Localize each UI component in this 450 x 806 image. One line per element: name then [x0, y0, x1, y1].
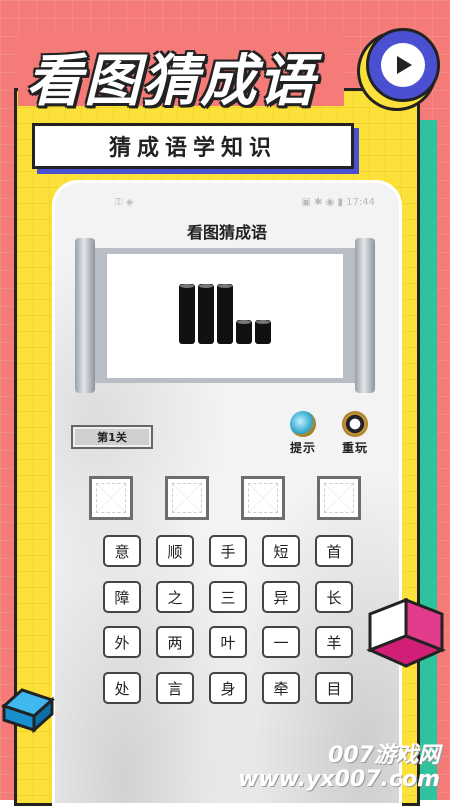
char-key[interactable]: 一 [262, 626, 300, 658]
watermark: 007游戏网 www.yx007.com [238, 742, 440, 792]
hint-button[interactable]: 提示 [283, 411, 323, 456]
char-key[interactable]: 目 [315, 672, 353, 704]
picture-scroll [75, 238, 375, 393]
char-key[interactable]: 牵 [262, 672, 300, 704]
char-key[interactable]: 短 [262, 535, 300, 567]
char-key[interactable]: 首 [315, 535, 353, 567]
puzzle-bar [179, 284, 195, 344]
answer-slot[interactable] [165, 476, 209, 520]
puzzle-bar [217, 284, 233, 344]
char-key[interactable]: 两 [156, 626, 194, 658]
play-button[interactable] [366, 28, 440, 102]
answer-slot[interactable] [89, 476, 133, 520]
promo-title: 看图猜成语 [26, 49, 316, 114]
scroll-roller-right [355, 238, 375, 393]
char-key[interactable]: 手 [209, 535, 247, 567]
char-key[interactable]: 长 [315, 581, 353, 613]
replay-icon [342, 411, 368, 437]
bars-image-icon [179, 284, 271, 344]
char-key[interactable]: 羊 [315, 626, 353, 658]
replay-label: 重玩 [341, 441, 368, 455]
play-icon [397, 56, 412, 74]
puzzle-bar [198, 284, 214, 344]
char-key[interactable]: 外 [103, 626, 141, 658]
cube-decoration-left [0, 686, 56, 738]
char-key[interactable]: 身 [209, 672, 247, 704]
level-label: 第1关 [71, 425, 153, 449]
puzzle-bar [255, 320, 271, 344]
cube-decoration-right [366, 596, 450, 684]
answer-slot[interactable] [317, 476, 361, 520]
hint-label: 提示 [289, 441, 316, 455]
promo-subtitle: 猜成语学知识 [32, 123, 354, 169]
char-key[interactable]: 之 [156, 581, 194, 613]
status-left: ⚿ ◈ [115, 197, 134, 208]
puzzle-image [107, 254, 343, 378]
char-key[interactable]: 意 [103, 535, 141, 567]
answer-slot[interactable] [241, 476, 285, 520]
char-key[interactable]: 处 [103, 672, 141, 704]
char-key[interactable]: 顺 [156, 535, 194, 567]
char-key[interactable]: 异 [262, 581, 300, 613]
char-key[interactable]: 叶 [209, 626, 247, 658]
char-key[interactable]: 言 [156, 672, 194, 704]
puzzle-bar [236, 320, 252, 344]
phone-screen: ⚿ ◈ ▣ ✱ ◉ ▮ 17:44 看图猜成语 第1关 提示 重玩 意顺手短首障… [52, 180, 402, 806]
scroll-roller-left [75, 238, 95, 393]
char-key[interactable]: 三 [209, 581, 247, 613]
status-bar: ⚿ ◈ ▣ ✱ ◉ ▮ 17:44 [55, 197, 399, 213]
char-key[interactable]: 障 [103, 581, 141, 613]
magnifier-icon [290, 411, 316, 437]
replay-button[interactable]: 重玩 [335, 411, 375, 456]
status-right: ▣ ✱ ◉ ▮ 17:44 [301, 197, 375, 208]
